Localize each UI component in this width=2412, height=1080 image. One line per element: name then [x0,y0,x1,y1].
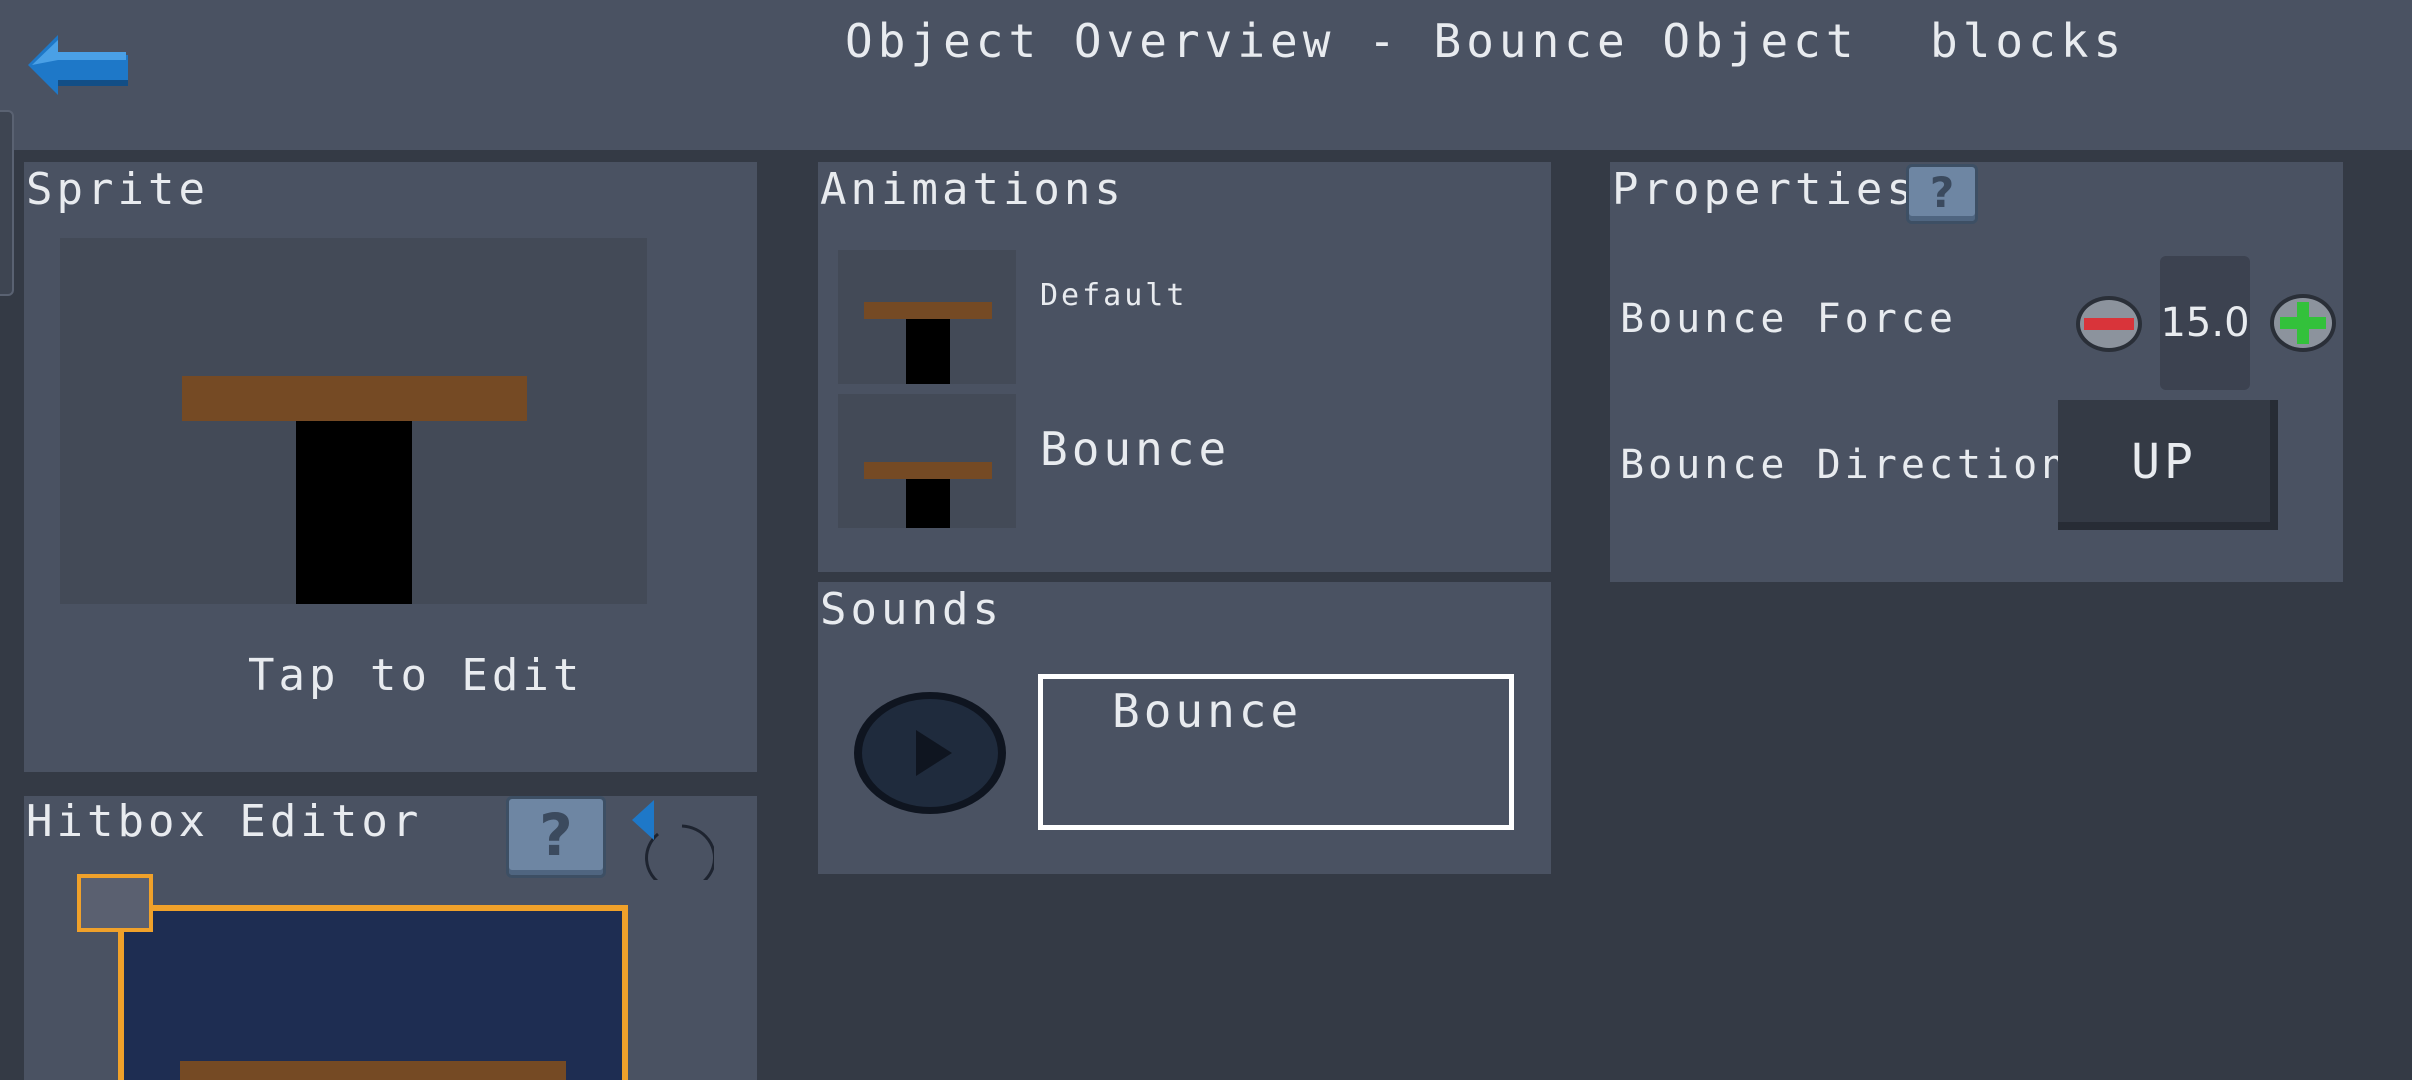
animation-thumbnail-default[interactable] [838,250,1016,384]
bounce-direction-button[interactable]: UP [2058,400,2278,530]
decrease-bounce-force-button[interactable] [2074,294,2144,354]
bounce-force-label: Bounce Force [1620,296,1957,342]
plus-icon [2270,294,2336,352]
properties-help-button[interactable]: ? [1906,164,1978,224]
category-label[interactable]: blocks [1930,14,2126,68]
sounds-title: Sounds [820,584,1003,635]
sound-name: Bounce [1112,684,1303,738]
tap-to-edit-button[interactable]: Tap to Edit [248,650,583,701]
minus-icon [2076,296,2142,352]
animation-label-default[interactable]: Default [1040,278,1187,313]
hitbox-area[interactable] [118,905,628,1080]
animations-title: Animations [820,164,1125,215]
animation-bounce-image [864,462,992,528]
hitbox-resize-handle[interactable] [77,874,153,932]
animation-thumbnail-bounce[interactable] [838,394,1016,528]
play-icon [854,692,1006,814]
bounce-force-value[interactable]: 15.0 [2160,256,2250,390]
animation-default-image [864,302,992,384]
hitbox-reset-button[interactable] [628,796,717,892]
hitbox-sprite-preview [180,1061,566,1080]
undo-icon [632,800,717,892]
animation-label-bounce[interactable]: Bounce [1040,422,1230,476]
bounce-direction-label: Bounce Direction [1620,442,2070,488]
sprite-title: Sprite [26,164,209,215]
page-title: Object Overview - Bounce Object [845,14,1859,68]
back-button[interactable] [28,30,133,100]
play-sound-button[interactable] [852,690,1008,816]
hitbox-help-button[interactable]: ? [506,796,606,878]
hitbox-editor-title: Hitbox Editor [26,796,423,847]
properties-title: Properties [1612,164,1917,215]
side-drawer-handle[interactable] [0,110,14,296]
back-arrow-icon [28,35,128,95]
sprite-image [182,376,527,604]
increase-bounce-force-button[interactable] [2268,292,2338,354]
sprite-preview[interactable] [60,238,647,604]
